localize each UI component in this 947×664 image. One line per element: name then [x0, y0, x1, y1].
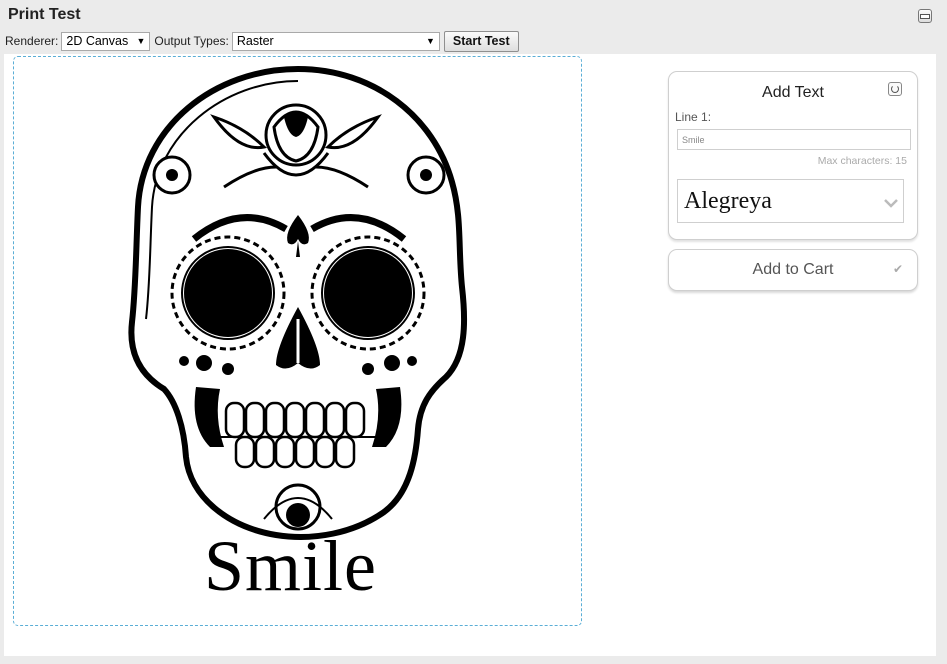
panel-title: Add Text	[762, 84, 824, 101]
reset-icon[interactable]	[888, 82, 902, 96]
main-area: Smile Add Text Line 1: Smile Max charact…	[4, 54, 936, 656]
preview-text: Smile	[204, 526, 378, 606]
font-select[interactable]: Alegreya	[677, 179, 904, 223]
add-to-cart-label: Add to Cart	[752, 261, 834, 278]
start-test-button[interactable]: Start Test	[443, 30, 519, 52]
page-title: Print Test	[8, 6, 81, 23]
renderer-value: 2D Canvas	[66, 34, 129, 48]
toolbar: Renderer: 2D Canvas ▼ Output Types: Rast…	[5, 30, 519, 52]
dropdown-caret-icon: ▼	[136, 36, 146, 46]
add-to-cart-button[interactable]: Add to Cart ✔	[668, 249, 918, 291]
line-1-input[interactable]: Smile	[677, 129, 911, 150]
check-icon: ✔	[892, 262, 903, 276]
max-characters-hint: Max characters: 15	[817, 155, 907, 167]
line-1-label: Line 1:	[675, 110, 712, 124]
output-types-select[interactable]: Raster ▼	[231, 31, 440, 51]
font-value: Alegreya	[684, 187, 772, 214]
renderer-label: Renderer:	[5, 34, 59, 48]
output-types-label: Output Types:	[154, 34, 229, 48]
output-types-value: Raster	[236, 34, 274, 48]
print-preview-canvas[interactable]: Smile	[13, 56, 582, 626]
add-text-panel: Add Text Line 1: Smile Max characters: 1…	[668, 71, 918, 240]
dropdown-caret-icon: ▼	[425, 36, 435, 46]
collapse-icon[interactable]	[918, 9, 932, 23]
renderer-select[interactable]: 2D Canvas ▼	[61, 31, 151, 51]
chevron-down-icon	[884, 199, 898, 208]
